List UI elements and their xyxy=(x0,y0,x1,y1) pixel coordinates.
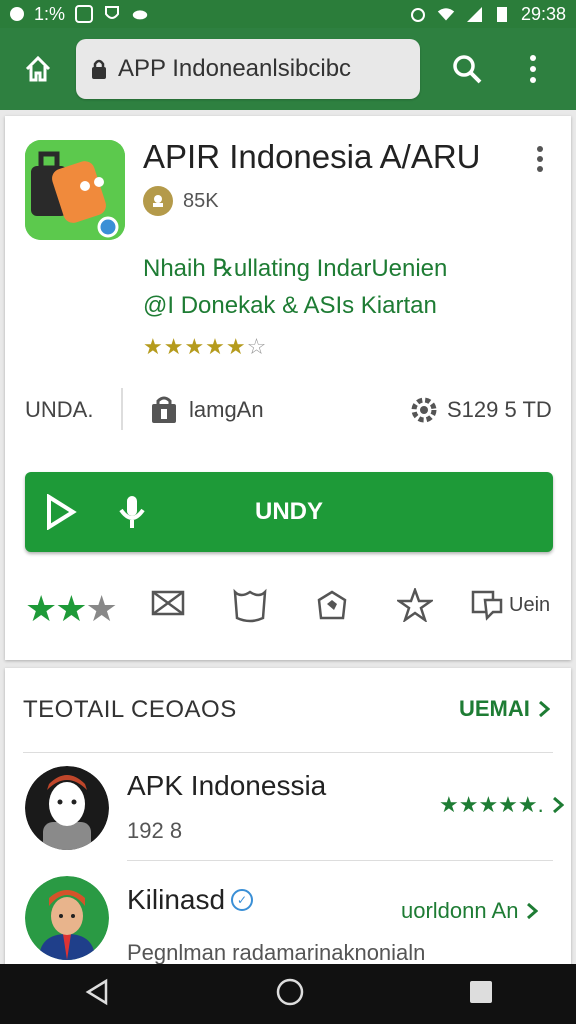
more-vert-icon xyxy=(530,55,536,83)
app-rating-stars: ★★★★★☆ xyxy=(143,334,267,360)
home-nav-button[interactable] xyxy=(275,977,305,1012)
url-bar[interactable]: APP Indoneanlsibcibc xyxy=(76,39,420,99)
stars-empty: ☆ xyxy=(246,334,268,359)
share-icon xyxy=(471,590,503,621)
home-icon xyxy=(25,55,51,82)
review-item-1-sub: 192 8 xyxy=(127,818,183,843)
info-category[interactable]: lamgAn xyxy=(149,395,264,425)
review-item-2-right: uorldonn An xyxy=(401,898,519,923)
url-text: APP Indoneanlsibcibc xyxy=(118,55,352,82)
star-outline-icon xyxy=(397,588,433,622)
reviews-more-link[interactable]: UEMAI xyxy=(459,696,550,722)
developer-count: 85K xyxy=(183,189,219,212)
lock-icon xyxy=(92,59,106,79)
reviews-title: TEOTAIL CEOAOS xyxy=(23,696,237,723)
avatar xyxy=(25,876,109,960)
wishlist-button[interactable] xyxy=(231,588,269,624)
favorite-button[interactable] xyxy=(397,588,433,622)
reviews-card: TEOTAIL CEOAOS UEMAI APK Indonessia 192 … xyxy=(5,668,571,968)
wifi-icon xyxy=(437,5,455,23)
home-button[interactable] xyxy=(0,28,76,110)
share-label: Uein xyxy=(509,593,551,616)
review-item-1-rating[interactable]: ★★★★★. xyxy=(439,792,564,818)
info-category-label: lamgAn xyxy=(189,397,264,422)
stars-filled: ★★★★★ xyxy=(143,334,247,359)
shield-icon xyxy=(103,5,121,23)
chevron-right-icon xyxy=(538,700,550,718)
mail-button[interactable] xyxy=(151,588,185,618)
info-divider xyxy=(121,388,123,430)
reviews-more-label: UEMAI xyxy=(459,696,530,721)
square-recents-icon xyxy=(470,980,493,1003)
status-time: 29:38 xyxy=(520,3,566,24)
reviewer-name: Kilinasd xyxy=(127,884,226,915)
info-age-rating: UNDA. xyxy=(25,397,94,422)
tag-icon xyxy=(317,590,347,620)
tag-button[interactable] xyxy=(315,588,349,622)
back-icon xyxy=(85,978,107,1005)
badge-icon xyxy=(143,186,173,216)
gear-icon xyxy=(411,397,437,423)
rate-stars[interactable]: ★★ ★ xyxy=(25,588,118,630)
review-item-2-link[interactable]: uorldonn An xyxy=(401,898,539,924)
app-notification-icon xyxy=(75,5,94,23)
overflow-menu-button[interactable] xyxy=(500,28,566,110)
review-item-2-sub: Pegnlman radamarinaknonialn xyxy=(127,940,426,965)
app-details-card: APIR Indonesia A/ARU 85K Nhaih ℞ullating… xyxy=(5,116,571,660)
bookmark-icon xyxy=(233,588,267,623)
back-button[interactable] xyxy=(82,977,112,1012)
mic-icon xyxy=(119,496,145,528)
status-left-text: 1:% xyxy=(34,3,66,24)
review-item-1-name: APK Indonessia xyxy=(127,770,326,802)
search-button[interactable] xyxy=(434,28,500,110)
reviewer-name: APK Indonessia xyxy=(127,770,327,801)
alarm-icon xyxy=(409,5,427,23)
mail-icon xyxy=(151,590,185,616)
review-item-1-stars: ★★★★★. xyxy=(439,792,544,817)
info-row: UNDA. lamgAn S129 5 TD xyxy=(5,384,571,436)
search-icon xyxy=(453,55,482,84)
system-nav-bar xyxy=(0,964,576,1024)
app-more-icon[interactable] xyxy=(537,146,543,172)
circle-home-icon xyxy=(276,978,304,1005)
notification-icon xyxy=(10,7,24,21)
app-icon[interactable] xyxy=(25,140,125,240)
info-installs-label: S129 5 TD xyxy=(447,397,552,422)
review-item-2-name: Kilinasd ✓ xyxy=(127,884,254,916)
reviews-divider xyxy=(23,752,553,753)
chevron-right-icon xyxy=(527,902,539,920)
app-description-line1: Nhaih ℞ullating IndarUenien xyxy=(143,255,448,282)
install-button[interactable]: UNDY xyxy=(25,472,553,552)
status-bar: 1:% 29:38 xyxy=(0,0,576,28)
reviews-divider xyxy=(127,860,553,861)
recents-button[interactable] xyxy=(468,979,494,1010)
cloud-icon xyxy=(131,5,149,23)
verified-icon: ✓ xyxy=(231,889,254,911)
avatar xyxy=(25,766,109,850)
chevron-right-icon xyxy=(552,796,564,814)
developer-row: 85K xyxy=(143,186,219,216)
app-title: APIR Indonesia A/ARU xyxy=(143,138,481,175)
info-installs: S129 5 TD xyxy=(409,395,552,425)
browser-toolbar: APP Indoneanlsibcibc xyxy=(0,28,576,110)
battery-icon xyxy=(493,5,511,23)
share-button[interactable]: Uein xyxy=(471,588,550,622)
action-row: ★★ ★ Uein xyxy=(5,584,571,630)
play-icon xyxy=(47,494,77,530)
bag-icon xyxy=(152,396,176,423)
install-label: UNDY xyxy=(255,498,324,525)
app-description-line2: @I Donekak & ASIs Kiartan xyxy=(143,292,437,319)
signal-icon xyxy=(465,5,483,23)
